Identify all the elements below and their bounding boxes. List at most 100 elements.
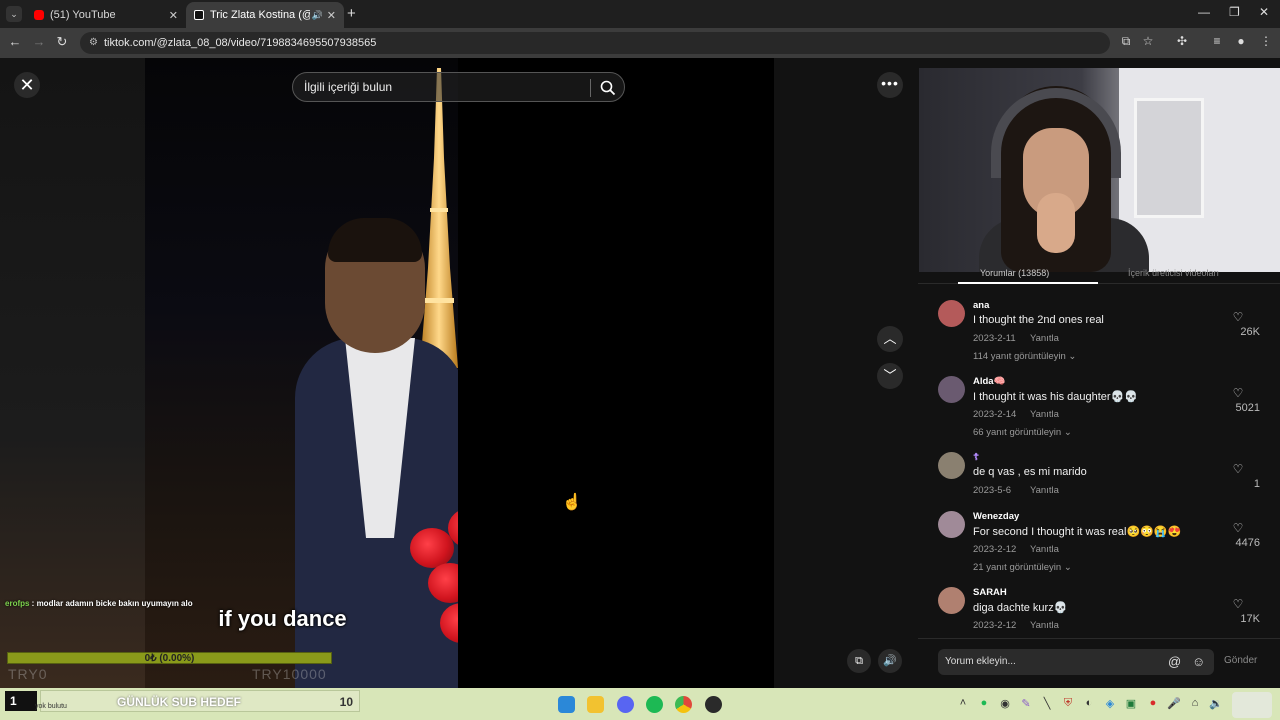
close-tab-icon[interactable]: ✕ — [169, 9, 178, 22]
reply-link[interactable]: Yanıtla — [1030, 485, 1059, 496]
tray-spotify-icon[interactable]: ● — [976, 697, 992, 709]
comment-username[interactable]: ana — [973, 300, 989, 311]
previous-video-button[interactable]: ︿ — [877, 326, 903, 352]
tab-comments[interactable]: Yorumlar (13858) — [980, 268, 1049, 278]
comment-date: 2023-2-12 — [973, 544, 1017, 555]
tray-microphone-icon[interactable]: 🎤 — [1166, 697, 1182, 710]
like-heart-icon[interactable]: ♡ — [1228, 521, 1248, 535]
bookmark-star-icon[interactable]: ☆ — [1139, 34, 1157, 48]
site-info-icon[interactable]: ⚙ — [89, 32, 98, 54]
video-viewer: if you dance ✕ İlgili içeriği bulun ••• … — [0, 58, 918, 688]
restore-icon[interactable]: ❐ — [1229, 5, 1240, 19]
tray-steam-icon[interactable]: ◉ — [997, 697, 1013, 710]
comment-username[interactable]: Wenezday — [973, 511, 1019, 522]
mouse-cursor-icon: ☝ — [562, 494, 582, 511]
tray-overflow-icon[interactable]: ˄ — [955, 697, 971, 709]
spotify-icon[interactable] — [646, 696, 663, 713]
volume-icon[interactable]: 🔊 — [878, 649, 902, 673]
video-frame[interactable] — [145, 58, 458, 688]
reload-icon[interactable]: ↻ — [53, 34, 71, 50]
search-icon[interactable] — [599, 79, 617, 97]
like-count: 17K — [1240, 613, 1260, 625]
browser-menu-icon[interactable]: ⋮ — [1257, 34, 1275, 48]
streamer-webcam — [919, 68, 1280, 272]
emoji-icon[interactable]: ☺ — [1192, 654, 1205, 669]
minimize-icon[interactable]: — — [1198, 5, 1210, 19]
tray-pen-icon[interactable]: ✎ — [1018, 697, 1034, 710]
reply-link[interactable]: Yanıtla — [1030, 409, 1059, 420]
reply-link[interactable]: Yanıtla — [1030, 544, 1059, 555]
picture-in-picture-icon[interactable]: ⧉ — [847, 649, 871, 673]
back-icon[interactable]: ← — [6, 34, 24, 49]
comment-text: For second I thought it was real🥺😳😭😍 — [973, 526, 1182, 538]
goal-min-label: TRY0 — [8, 666, 48, 682]
avatar[interactable] — [938, 452, 965, 479]
like-count: 4476 — [1235, 537, 1260, 549]
send-button[interactable]: Gönder — [1224, 655, 1257, 666]
comment-username[interactable]: Alda🧠 — [973, 376, 1005, 387]
chrome-icon[interactable] — [675, 696, 692, 713]
speaker-icon[interactable]: 🔊 — [312, 10, 323, 21]
comments-panel: Yorumlar (13858) İçerik üreticisi videol… — [918, 58, 1280, 688]
reply-link[interactable]: Yanıtla — [1030, 620, 1059, 631]
more-options-button[interactable]: ••• — [877, 72, 903, 98]
media-control-icon[interactable]: ≡ — [1208, 34, 1226, 48]
tab-youtube[interactable]: (51) YouTube ✕ — [26, 2, 186, 28]
like-heart-icon[interactable]: ♡ — [1228, 386, 1248, 400]
tray-network-app-icon[interactable]: ◈ — [1102, 697, 1118, 710]
sub-goal-widget: GÜNLÜK SUB HEDEF 10 — [40, 690, 360, 712]
youtube-icon — [34, 10, 44, 20]
search-placeholder: İlgili içeriği bulun — [304, 80, 393, 94]
view-replies-link[interactable]: 21 yanıt görüntüleyin ⌄ — [973, 562, 1072, 573]
like-heart-icon[interactable]: ♡ — [1228, 310, 1248, 324]
tray-tool-icon[interactable]: ╲ — [1039, 697, 1055, 710]
obs-icon[interactable] — [705, 696, 722, 713]
forward-icon[interactable]: → — [30, 34, 48, 49]
windows-start-icon[interactable] — [558, 696, 575, 713]
view-replies-link[interactable]: 66 yanıt görüntüleyin ⌄ — [973, 427, 1072, 438]
window-close-icon[interactable]: ✕ — [1259, 5, 1269, 19]
tray-wifi-icon[interactable]: ⌂ — [1187, 697, 1203, 709]
next-video-button[interactable]: ﹀ — [877, 363, 903, 389]
tab-search-icon[interactable]: ⌄ — [6, 6, 22, 22]
close-viewer-button[interactable]: ✕ — [14, 72, 40, 98]
new-tab-button[interactable]: + — [347, 5, 356, 22]
like-heart-icon[interactable]: ♡ — [1228, 462, 1248, 476]
related-search-bar[interactable]: İlgili içeriği bulun — [292, 72, 625, 102]
tray-green-app-icon[interactable]: ▣ — [1123, 697, 1139, 710]
extensions-icon[interactable]: ✣ — [1173, 34, 1191, 48]
like-heart-icon[interactable]: ♡ — [1228, 597, 1248, 611]
progress-label: 0₺ (0.00%) — [144, 653, 195, 664]
comment-text: diga dachte kurz💀 — [973, 602, 1068, 614]
url-text: tiktok.com/@zlata_08_08/video/7198834695… — [104, 37, 377, 49]
install-app-icon[interactable]: ⧉ — [1117, 34, 1135, 49]
headphones-image — [991, 88, 1121, 178]
comment-username[interactable]: SARAH — [973, 587, 1007, 598]
avatar[interactable] — [938, 300, 965, 327]
tab-tiktok[interactable]: Tric Zlata Kostina (@zlata_0 🔊 ✕ — [186, 2, 344, 28]
tray-record-icon[interactable]: ● — [1145, 697, 1161, 709]
tab-creator-videos[interactable]: İçerik üreticisi videoları — [1128, 268, 1219, 278]
mention-icon[interactable]: @ — [1168, 654, 1181, 669]
goal-subtext: yok bulutu — [35, 703, 67, 710]
chat-text: : modlar adamın bicke bakın uyumayın alo — [29, 599, 193, 608]
profile-avatar-icon[interactable]: ● — [1232, 34, 1250, 48]
url-field[interactable]: ⚙ tiktok.com/@zlata_08_08/video/71988346… — [80, 32, 1110, 54]
avatar[interactable] — [938, 376, 965, 403]
tray-shield-icon[interactable]: ⛨ — [1060, 697, 1076, 710]
file-explorer-icon[interactable] — [587, 696, 604, 713]
system-clock[interactable] — [1232, 692, 1272, 718]
avatar[interactable] — [938, 511, 965, 538]
discord-icon[interactable] — [617, 696, 634, 713]
view-replies-link[interactable]: 114 yanıt görüntüleyin ⌄ — [973, 351, 1076, 362]
tray-volume-icon[interactable]: 🔉 — [1208, 697, 1224, 710]
tray-app-icon[interactable]: ◐ — [1081, 697, 1097, 709]
search-divider — [590, 79, 591, 97]
close-tab-icon[interactable]: ✕ — [327, 9, 336, 22]
reply-link[interactable]: Yanıtla — [1030, 333, 1059, 344]
comment-text: I thought the 2nd ones real — [973, 314, 1104, 326]
comment-username[interactable]: ☦ — [973, 452, 979, 463]
comment-date: 2023-2-11 — [973, 333, 1016, 344]
avatar[interactable] — [938, 587, 965, 614]
comment-input[interactable]: Yorum ekleyin... @ ☺ — [938, 649, 1214, 675]
